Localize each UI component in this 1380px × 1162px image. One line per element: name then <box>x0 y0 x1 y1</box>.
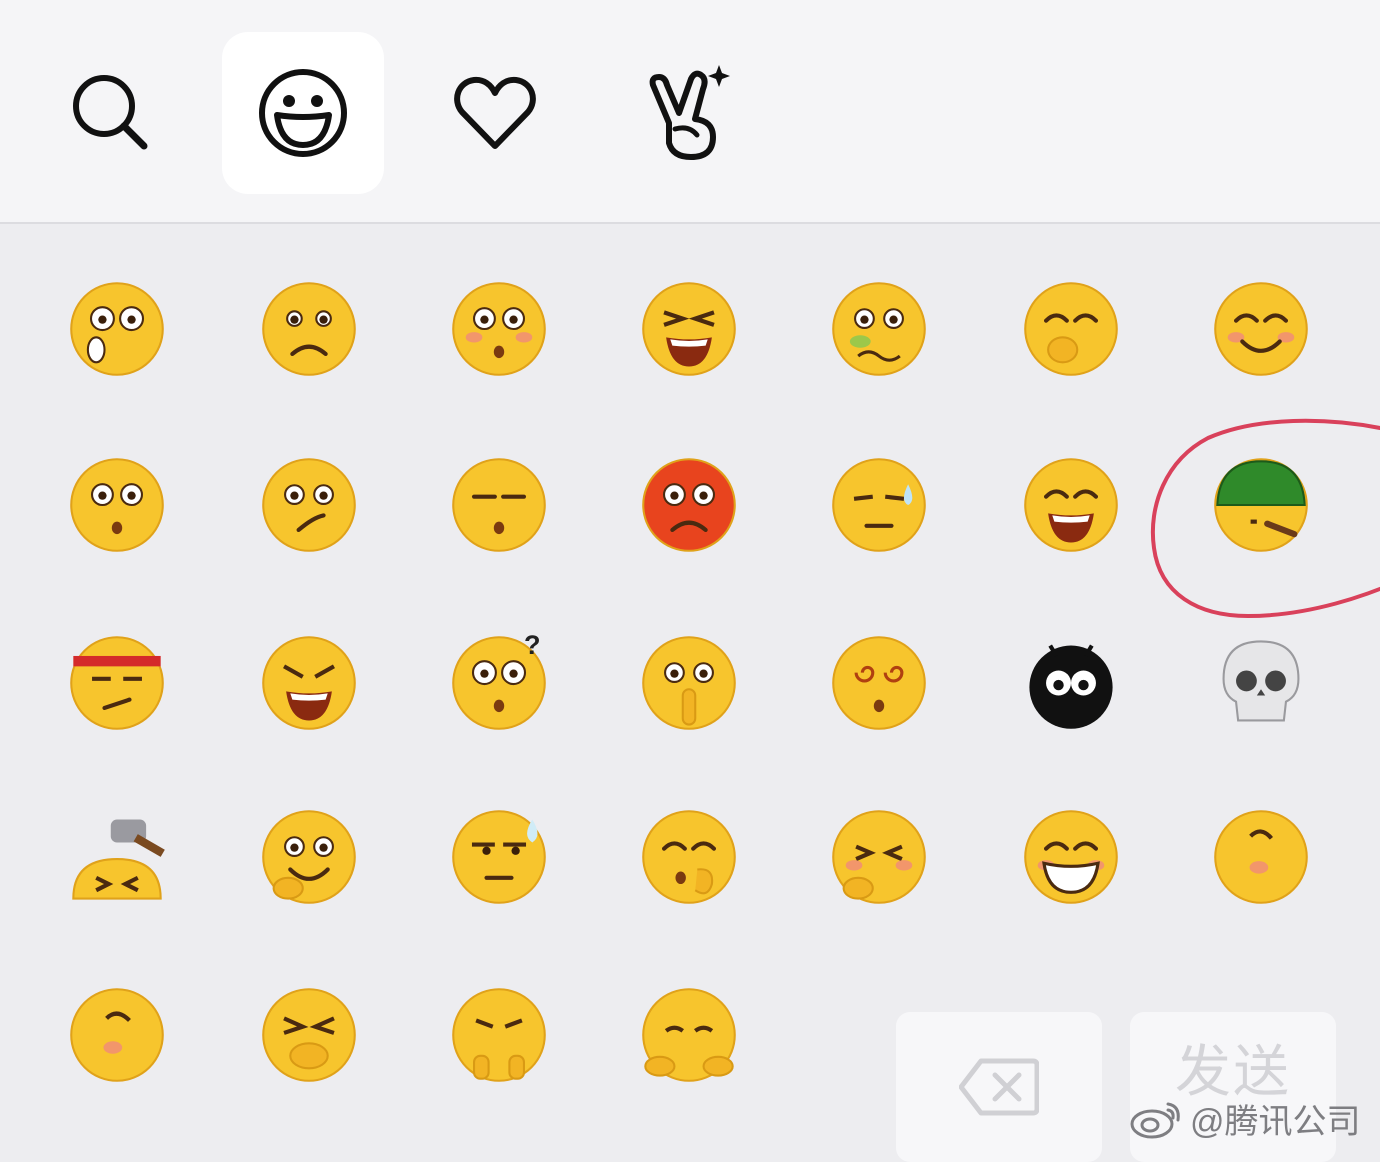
sleepy-tilt-face-icon <box>70 988 164 1082</box>
emoji-cell[interactable] <box>634 628 744 738</box>
hand-gesture-icon <box>649 65 730 160</box>
emoji-cell[interactable] <box>62 274 172 384</box>
emoji-cell[interactable] <box>1206 802 1316 912</box>
search-icon <box>73 75 148 150</box>
emoji-cell[interactable] <box>254 802 364 912</box>
awkward-sweat-face-icon <box>832 458 926 552</box>
emoji-cell[interactable] <box>62 628 172 738</box>
tab-favorites[interactable] <box>414 32 576 194</box>
big-grin-face-icon <box>1024 810 1118 904</box>
heart-icon <box>454 76 536 149</box>
emoji-cell[interactable] <box>1016 628 1126 738</box>
hammer-head-icon <box>72 819 165 900</box>
headband-face-icon <box>70 636 164 730</box>
watermark: @腾讯公司 <box>1128 1096 1361 1141</box>
emoji-cell[interactable] <box>62 980 172 1090</box>
emoji-cell[interactable] <box>444 802 554 912</box>
black-blob-face-icon <box>1029 644 1113 729</box>
skull-icon <box>1222 640 1300 722</box>
smile-face-icon <box>1214 282 1308 376</box>
kiss-face-icon <box>642 810 736 904</box>
nauseated-face-icon <box>832 282 926 376</box>
backspace-icon <box>959 1058 1039 1116</box>
thumbs-down-face-icon <box>452 988 546 1082</box>
emoji-cell[interactable] <box>824 274 934 384</box>
shush-face-icon <box>642 636 736 730</box>
shocked-face-icon <box>70 282 164 376</box>
emoji-cell[interactable] <box>62 802 172 912</box>
surprised-face-icon <box>70 458 164 552</box>
confused-face-icon <box>262 458 356 552</box>
emoji-cell[interactable] <box>1206 274 1316 384</box>
emoji-cell[interactable] <box>444 274 554 384</box>
watermark-text: @腾讯公司 <box>1190 1102 1361 1141</box>
tab-search[interactable] <box>30 32 192 194</box>
question-face-icon: ? <box>452 631 546 730</box>
emoji-cell[interactable] <box>824 628 934 738</box>
giggle-face-icon <box>1024 282 1118 376</box>
emoji-cell[interactable] <box>254 980 364 1090</box>
emoji-cell[interactable] <box>62 450 172 560</box>
emoji-cell[interactable] <box>824 450 934 560</box>
pondering-face-icon <box>262 810 356 904</box>
worried-hug-face-icon <box>642 988 736 1082</box>
crying-loud-face-icon <box>642 282 736 376</box>
tab-stickers[interactable] <box>606 32 768 194</box>
emoji-cell[interactable] <box>634 274 744 384</box>
snarl-face-icon <box>262 636 356 730</box>
blush-squint-face-icon <box>832 810 926 904</box>
emoji-cell[interactable] <box>634 980 744 1090</box>
emoji-cell[interactable] <box>1206 628 1316 738</box>
emoji-cell[interactable] <box>254 628 364 738</box>
emoji-cell[interactable] <box>1206 450 1316 560</box>
eyes-up-face-icon <box>452 282 546 376</box>
emoji-cell[interactable] <box>1016 274 1126 384</box>
emoji-cell[interactable] <box>1016 802 1126 912</box>
emoji-cell[interactable]: ? <box>444 628 554 738</box>
grin-face-icon <box>1024 458 1118 552</box>
smiley-icon <box>259 69 347 157</box>
emoji-cell[interactable] <box>824 802 934 912</box>
emoji-cell[interactable] <box>1016 450 1126 560</box>
sweat-side-eye-face-icon <box>452 810 546 904</box>
emoji-cell[interactable] <box>254 450 364 560</box>
green-helmet-face-icon <box>1214 458 1308 552</box>
emoji-cell[interactable] <box>634 450 744 560</box>
emoji-cell[interactable] <box>634 802 744 912</box>
sleepy-face-icon <box>452 458 546 552</box>
emoji-cell[interactable] <box>444 450 554 560</box>
dizzy-face-icon <box>832 636 926 730</box>
emoji-cell[interactable] <box>254 274 364 384</box>
tab-emoji[interactable] <box>222 32 384 194</box>
sad-face-icon <box>262 282 356 376</box>
tilted-smile-face-icon <box>1214 810 1308 904</box>
backspace-key[interactable] <box>896 1012 1102 1162</box>
emoji-panel-tab-bar <box>0 0 1380 224</box>
cover-mouth-face-icon <box>262 988 356 1082</box>
svg-text:?: ? <box>524 631 541 660</box>
weibo-icon <box>1130 1102 1180 1139</box>
angry-face-icon <box>642 458 736 552</box>
emoji-cell[interactable] <box>444 980 554 1090</box>
